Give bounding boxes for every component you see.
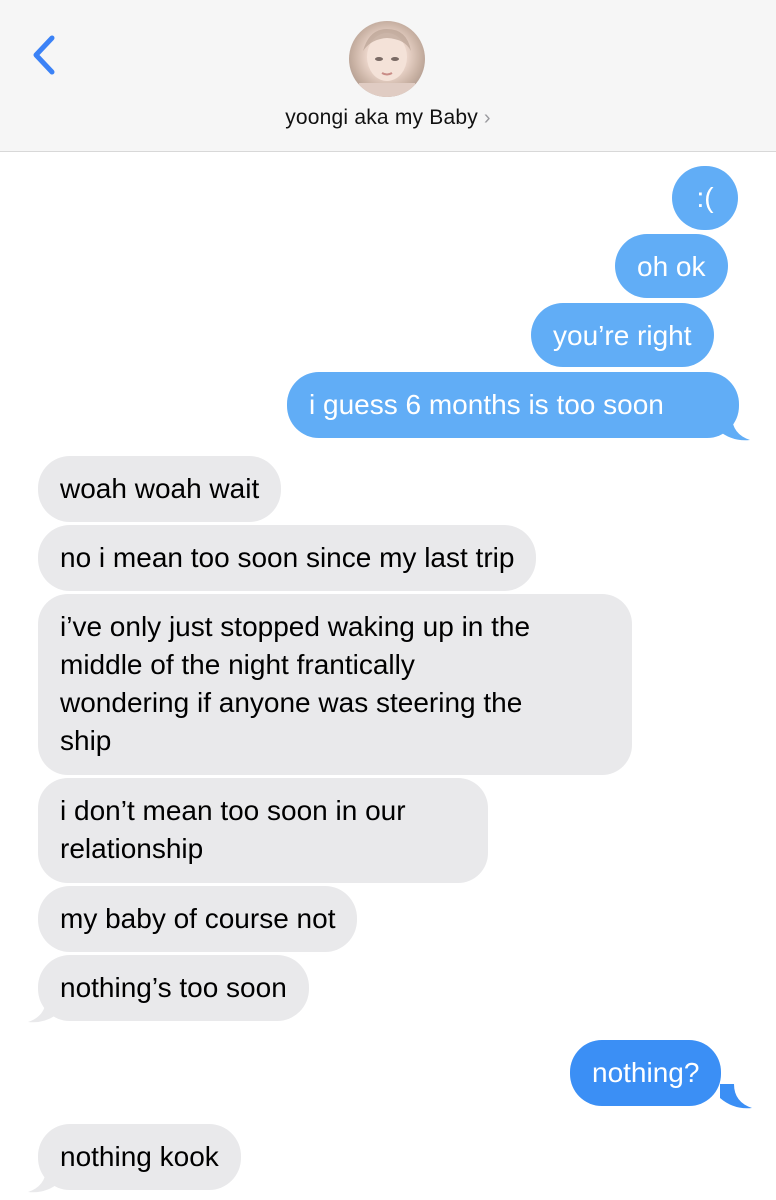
conversation-header: yoongi aka my Baby › [0, 0, 776, 152]
message-text: you’re right [553, 320, 692, 351]
received-message[interactable]: i don’t mean too soon in our relationshi… [38, 778, 488, 883]
bubble-tail [718, 416, 750, 441]
message-text: my baby of course not [60, 903, 336, 934]
back-button[interactable] [26, 30, 66, 80]
message-text: nothing’s too soon [60, 972, 287, 1003]
received-message[interactable]: nothing kook [38, 1124, 241, 1190]
bubble-tail [28, 1168, 60, 1193]
message-line: i’ve only just stopped waking up in the [60, 611, 531, 642]
message-text: no i mean too soon since my last trip [60, 542, 515, 573]
message-text: nothing kook [60, 1141, 219, 1172]
received-message[interactable]: woah woah wait [38, 456, 282, 522]
received-message[interactable]: no i mean too soon since my last trip [38, 525, 537, 591]
chevron-right-icon: › [483, 107, 491, 129]
bubble-tail [720, 1084, 752, 1109]
sent-message[interactable]: nothing? [570, 1040, 722, 1106]
sent-message[interactable]: i guess 6 months is too soon [287, 372, 739, 438]
sent-message[interactable]: oh ok [615, 234, 728, 298]
message-line: relationship [60, 833, 204, 864]
bubble-tail [28, 998, 60, 1023]
message-line: middle of the night frantically [60, 649, 415, 680]
contact-avatar[interactable] [349, 21, 425, 97]
message-text: i guess 6 months is too soon [309, 389, 664, 420]
received-message[interactable]: i’ve only just stopped waking up in the … [38, 594, 632, 775]
message-line: ship [60, 725, 112, 756]
message-text: woah woah wait [60, 473, 260, 504]
message-text: nothing? [592, 1057, 700, 1088]
message-text: oh ok [637, 251, 706, 282]
sent-message[interactable]: :( [672, 166, 738, 230]
chevron-left-icon [33, 35, 55, 75]
message-text: :( [696, 182, 714, 213]
message-line: wondering if anyone was steering the [60, 687, 523, 718]
avatar-photo [359, 29, 415, 97]
message-line: i don’t mean too soon in our [60, 795, 406, 826]
received-message[interactable]: my baby of course not [38, 886, 358, 952]
contact-name: yoongi aka my Baby [285, 106, 478, 129]
received-message[interactable]: nothing’s too soon [38, 955, 309, 1021]
sent-message[interactable]: you’re right [531, 303, 714, 367]
contact-name-button[interactable]: yoongi aka my Baby › [0, 106, 776, 130]
